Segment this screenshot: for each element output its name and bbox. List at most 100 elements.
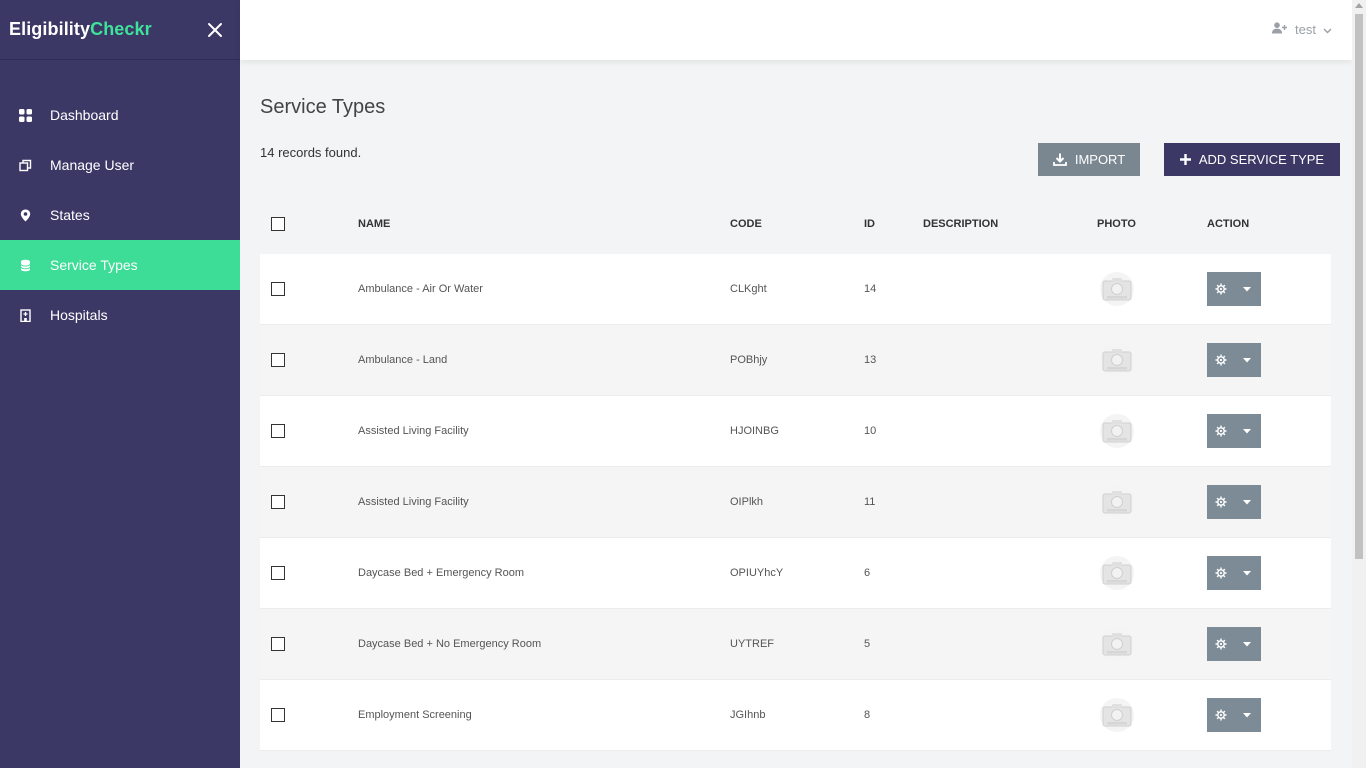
user-name: test <box>1295 22 1316 37</box>
brand-logo-part1: Eligibility <box>9 19 91 39</box>
row-name: Assisted Living Facility <box>358 496 469 508</box>
brand: EligibilityCheckr <box>0 0 240 60</box>
row-code: CLKght <box>730 283 767 295</box>
page-title: Service Types <box>260 96 386 118</box>
no-image-icon <box>1100 627 1134 661</box>
no-image-icon <box>1100 414 1134 448</box>
caret-down-icon <box>1243 499 1251 504</box>
table-row: Ambulance - Land POBhjy 13 <box>260 325 1331 396</box>
row-action-dropdown-button[interactable] <box>1207 272 1261 306</box>
no-image-icon <box>1100 272 1134 306</box>
row-name: Ambulance - Land <box>358 354 448 366</box>
scroll-thumb[interactable] <box>1355 14 1363 559</box>
caret-down-icon <box>1243 570 1251 575</box>
brand-logo-part2: Checkr <box>90 19 152 39</box>
row-name: Daycase Bed + No Emergency Room <box>358 638 542 650</box>
row-checkbox[interactable] <box>271 353 285 367</box>
column-header-photo: PHOTO <box>1097 218 1136 230</box>
row-code: OPIUYhcY <box>730 567 784 579</box>
user-add-icon <box>1272 22 1288 37</box>
sidebar-item-hospitals[interactable]: Hospitals <box>0 290 240 340</box>
row-id: 13 <box>864 354 877 366</box>
sidebar-item-service-types[interactable]: Service Types <box>0 240 240 290</box>
sidebar-item-label: Service Types <box>50 257 138 273</box>
column-header-code[interactable]: CODE <box>730 218 864 230</box>
sidebar-item-label: Manage User <box>50 157 135 173</box>
scroll-up-arrow-icon[interactable] <box>1355 3 1363 8</box>
row-code: OIPlkh <box>730 496 764 508</box>
database-icon <box>19 259 32 272</box>
import-button[interactable]: IMPORT <box>1038 143 1140 176</box>
gear-icon <box>1215 709 1227 721</box>
row-action-dropdown-button[interactable] <box>1207 698 1261 732</box>
row-checkbox[interactable] <box>271 282 285 296</box>
row-action-dropdown-button[interactable] <box>1207 485 1261 519</box>
row-action-dropdown-button[interactable] <box>1207 343 1261 377</box>
sidebar-item-manage-user[interactable]: Manage User <box>0 140 240 190</box>
row-code: POBhjy <box>730 354 768 366</box>
sidebar-item-states[interactable]: States <box>0 190 240 240</box>
records-count: 14 records found. <box>260 145 362 160</box>
add-service-type-button-label: ADD SERVICE TYPE <box>1198 152 1325 167</box>
page-scrollbar[interactable] <box>1352 0 1366 768</box>
import-button-label: IMPORT <box>1074 152 1126 167</box>
column-header-description[interactable]: DESCRIPTION <box>923 218 1097 230</box>
row-checkbox[interactable] <box>271 708 285 722</box>
close-sidebar-icon[interactable] <box>206 21 224 39</box>
table-row: Assisted Living Facility HJOINBG 10 <box>260 396 1331 467</box>
download-icon <box>1052 153 1067 166</box>
top-header: test <box>240 0 1352 60</box>
row-action-dropdown-button[interactable] <box>1207 414 1261 448</box>
table-row: Employment Screening JGIhnb 8 <box>260 680 1331 751</box>
row-id: 10 <box>864 425 877 437</box>
table-row: Assisted Living Facility OIPlkh 11 <box>260 467 1331 538</box>
row-checkbox[interactable] <box>271 495 285 509</box>
row-checkbox[interactable] <box>271 566 285 580</box>
no-image-icon <box>1100 485 1134 519</box>
row-id: 5 <box>864 638 871 650</box>
gear-icon <box>1215 496 1227 508</box>
column-header-action: ACTION <box>1207 218 1250 230</box>
row-name: Employment Screening <box>358 709 472 721</box>
row-name: Daycase Bed + Emergency Room <box>358 567 524 579</box>
chevron-down-icon <box>1323 22 1332 37</box>
add-service-type-button[interactable]: ADD SERVICE TYPE <box>1164 143 1340 176</box>
row-name: Ambulance - Air Or Water <box>358 283 483 295</box>
table-row: Daycase Bed + Emergency Room OPIUYhcY 6 <box>260 538 1331 609</box>
sidebar-item-label: States <box>50 207 90 223</box>
brand-logo[interactable]: EligibilityCheckr <box>9 19 152 40</box>
row-code: JGIhnb <box>730 709 766 721</box>
caret-down-icon <box>1243 641 1251 646</box>
select-all-checkbox[interactable] <box>271 217 285 231</box>
row-action-dropdown-button[interactable] <box>1207 556 1261 590</box>
gear-icon <box>1215 354 1227 366</box>
caret-down-icon <box>1243 712 1251 717</box>
column-header-id[interactable]: ID <box>864 218 923 230</box>
table-header: NAME CODE ID DESCRIPTION PHOTO ACTION <box>260 194 1331 254</box>
copy-icon <box>19 159 32 172</box>
no-image-icon <box>1100 556 1134 590</box>
no-image-icon <box>1100 343 1134 377</box>
gear-icon <box>1215 283 1227 295</box>
row-code: UYTREF <box>730 638 774 650</box>
sidebar-item-label: Hospitals <box>50 307 108 323</box>
no-image-icon <box>1100 698 1134 732</box>
row-name: Assisted Living Facility <box>358 425 469 437</box>
row-checkbox[interactable] <box>271 424 285 438</box>
user-menu[interactable]: test <box>1272 22 1332 37</box>
row-code: HJOINBG <box>730 425 779 437</box>
sidebar-item-dashboard[interactable]: Dashboard <box>0 90 240 140</box>
gear-icon <box>1215 567 1227 579</box>
gear-icon <box>1215 425 1227 437</box>
row-checkbox[interactable] <box>271 637 285 651</box>
column-header-name[interactable]: NAME <box>358 218 730 230</box>
row-id: 6 <box>864 567 871 579</box>
hospital-icon <box>19 308 32 322</box>
plus-icon <box>1179 154 1191 165</box>
sidebar-item-label: Dashboard <box>50 107 119 123</box>
row-action-dropdown-button[interactable] <box>1207 627 1261 661</box>
caret-down-icon <box>1243 286 1251 291</box>
row-id: 11 <box>864 496 876 508</box>
grid-icon <box>19 108 32 122</box>
gear-icon <box>1215 638 1227 650</box>
